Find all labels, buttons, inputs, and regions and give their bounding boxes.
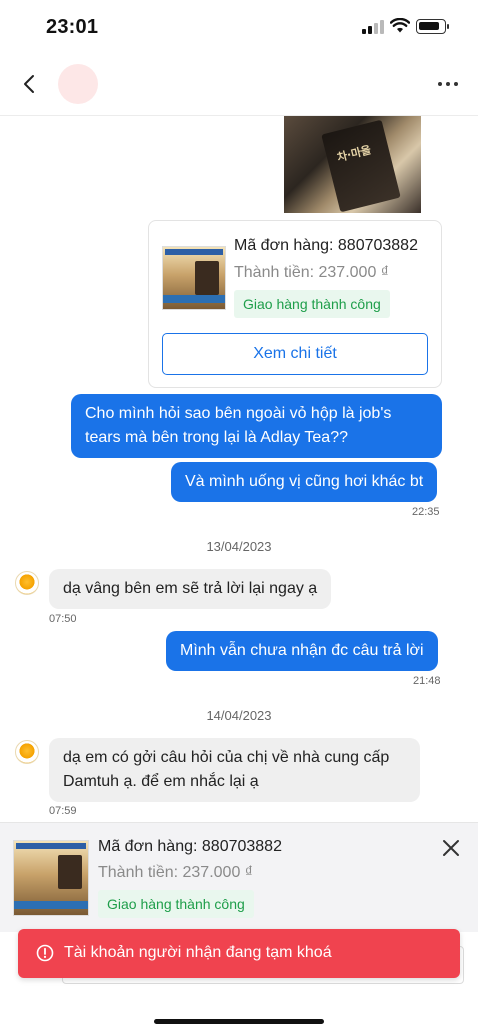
- message-bubble-outgoing[interactable]: Cho mình hỏi sao bên ngoài vỏ hộp là job…: [71, 394, 442, 458]
- order-id: Mã đơn hàng: 880703882: [234, 237, 418, 254]
- message-bubble-incoming[interactable]: dạ vâng bên em sẽ trả lời lại ngay ạ: [49, 569, 332, 609]
- wifi-icon: [390, 18, 410, 33]
- error-circle-icon: [36, 944, 54, 962]
- shop-avatar[interactable]: [15, 740, 39, 764]
- message-bubble-outgoing[interactable]: Và mình uống vị cũng hơi khác bt: [171, 462, 438, 502]
- status-time: 23:01: [46, 16, 99, 38]
- view-detail-button[interactable]: Xem chi tiết: [162, 333, 428, 375]
- message-image[interactable]: 차·마을: [284, 116, 421, 213]
- error-toast: Tài khoản người nhận đang tạm khoá: [18, 929, 460, 978]
- chat-messages[interactable]: 차·마을 Mã đơn hàng: 880703882 Thành tiền: …: [0, 116, 478, 822]
- toast-message: Tài khoản người nhận đang tạm khoá: [64, 944, 332, 961]
- status-badge: Giao hàng thành công: [98, 890, 254, 918]
- order-card[interactable]: Mã đơn hàng: 880703882 Thành tiền: 237.0…: [148, 220, 442, 388]
- close-icon[interactable]: [442, 839, 460, 857]
- status-badge: Giao hàng thành công: [234, 290, 390, 318]
- order-total: Thành tiền: 237.000 ₫: [98, 864, 253, 881]
- message-bubble-outgoing[interactable]: Mình vẫn chưa nhận đc câu trả lời: [166, 631, 438, 671]
- message-time: 21:48: [413, 675, 441, 687]
- date-separator: 13/04/2023: [206, 539, 272, 554]
- signal-icon: [362, 20, 384, 34]
- order-id: Mã đơn hàng: 880703882: [98, 838, 282, 855]
- message-bubble-incoming[interactable]: dạ em có gởi câu hỏi của chị về nhà cung…: [49, 738, 420, 802]
- pinned-order-bar[interactable]: Mã đơn hàng: 880703882 Thành tiền: 237.0…: [0, 822, 478, 932]
- product-thumbnail: [13, 840, 89, 916]
- avatar[interactable]: [58, 64, 98, 104]
- shop-avatar[interactable]: [15, 571, 39, 595]
- order-total: Thành tiền: 237.000 ₫: [234, 264, 389, 281]
- message-time: 07:50: [49, 613, 77, 625]
- message-time: 22:35: [412, 506, 440, 518]
- chevron-left-icon[interactable]: [18, 72, 42, 96]
- status-bar: 23:01: [0, 0, 478, 54]
- product-thumbnail: [162, 246, 226, 310]
- message-time: 07:59: [49, 805, 77, 817]
- chat-header: [0, 54, 478, 116]
- home-indicator: [154, 1019, 324, 1024]
- date-separator: 14/04/2023: [206, 708, 272, 723]
- battery-icon: [416, 19, 449, 34]
- more-horizontal-icon[interactable]: [436, 80, 460, 88]
